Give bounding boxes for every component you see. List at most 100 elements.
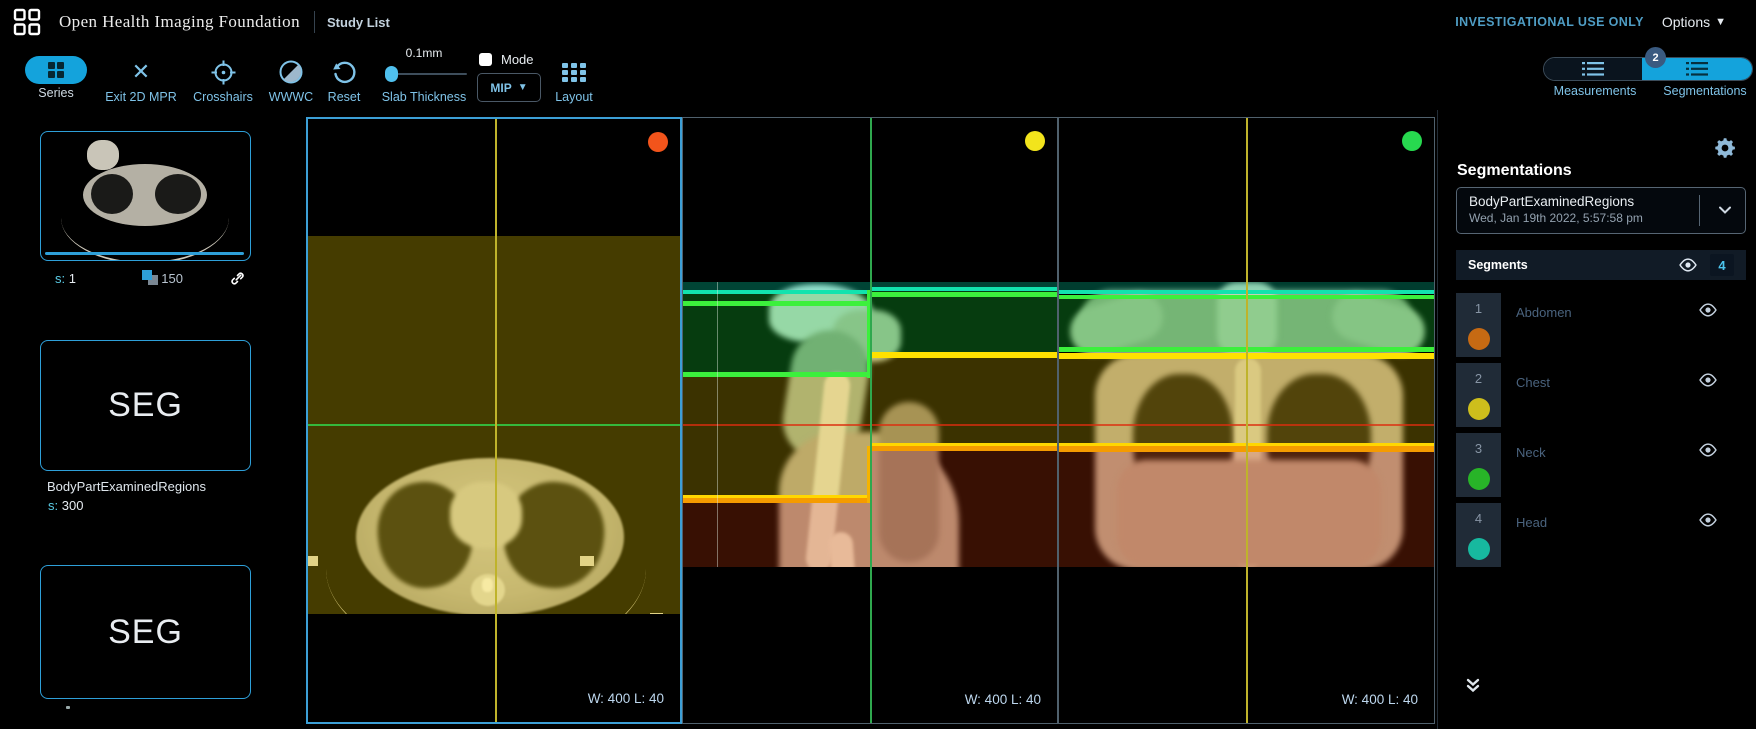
segmentations-label: Segmentations [1663, 84, 1747, 98]
thumbnail-seg-1[interactable]: SEG [40, 340, 251, 471]
segmentation-date: Wed, Jan 19th 2022, 5:57:58 pm [1469, 211, 1643, 225]
reset-button[interactable]: Reset [320, 56, 368, 104]
crosshairs-label: Crosshairs [193, 90, 253, 104]
segment-count: 4 [1710, 254, 1734, 276]
slab-thickness-slider[interactable]: 0.1mm Slab Thickness [382, 46, 467, 104]
thumbnail-seg-2[interactable]: SEG [40, 565, 251, 699]
segment-visibility-eye-icon[interactable] [1698, 373, 1718, 387]
series-button[interactable]: Series [25, 56, 87, 100]
mode-control: Mode MIP ▼ [477, 44, 541, 104]
thumbnail-ct-series[interactable] [40, 131, 251, 261]
segment-color-swatch[interactable] [1467, 328, 1490, 350]
slab-thickness-label: Slab Thickness [381, 90, 467, 104]
app-title: Open Health Imaging Foundation [59, 12, 300, 31]
crosshair-coronal-line[interactable] [870, 118, 872, 723]
segment-color-swatch[interactable] [1467, 398, 1490, 420]
segment-row-abdomen[interactable]: 1 Abdomen [1456, 293, 1746, 357]
segment-visibility-eye-icon[interactable] [1698, 513, 1718, 527]
nav-study-list[interactable]: Study List [327, 15, 390, 30]
segment-row-neck[interactable]: 3 Neck [1456, 433, 1746, 497]
toolbar: Series ✕ Exit 2D MPR Crosshairs WWWC Res… [0, 44, 1756, 110]
mip-dropdown-value: MIP [490, 80, 512, 95]
toggle-all-visibility-eye-icon[interactable] [1678, 258, 1698, 272]
segment-index-cell[interactable]: 2 [1456, 363, 1501, 427]
segment-label: Head [1516, 515, 1548, 530]
mode-checkbox[interactable] [479, 53, 492, 66]
window-level-text: W: 400 L: 40 [587, 691, 664, 706]
series-grid-icon [48, 62, 64, 78]
thumbnail-progress-bar [45, 252, 244, 255]
series-label: Series [38, 86, 74, 100]
seg-series-info: s: 300 [48, 498, 84, 513]
segment-index-cell[interactable]: 3 [1456, 433, 1501, 497]
mip-caret-icon: ▼ [517, 82, 528, 93]
options-menu[interactable]: Options [1662, 14, 1710, 30]
segments-header: Segments 4 [1456, 250, 1746, 280]
mip-dropdown[interactable]: MIP ▼ [477, 73, 541, 102]
segment-visibility-eye-icon[interactable] [1698, 303, 1718, 317]
exit-2d-mpr-button[interactable]: ✕ Exit 2D MPR [101, 56, 181, 105]
viewport-color-dot [1402, 131, 1422, 151]
segment-row-chest[interactable]: 2 Chest [1456, 363, 1746, 427]
seg-modality-text: SEG [108, 612, 183, 651]
head-boundary-line [683, 290, 870, 294]
segment-color-swatch[interactable] [1467, 538, 1490, 560]
thumbnail-ct-image [41, 132, 250, 260]
truncated-text-mark [66, 706, 70, 709]
segmentation-select[interactable]: BodyPartExaminedRegions Wed, Jan 19th 20… [1456, 187, 1746, 234]
panel-count-badge: 2 [1645, 47, 1666, 68]
ohif-logo-icon [13, 8, 41, 36]
slab-thickness-value: 0.1mm [405, 46, 443, 60]
close-x-icon: ✕ [131, 59, 151, 84]
layout-label: Layout [555, 90, 593, 104]
slab-slider-thumb[interactable] [385, 66, 398, 82]
crosshair-sagittal-line[interactable] [1246, 118, 1248, 723]
segments-header-label: Segments [1468, 258, 1528, 272]
crosshairs-button[interactable]: Crosshairs [188, 56, 258, 104]
layout-button[interactable]: Layout [548, 56, 600, 104]
segment-index-cell[interactable]: 1 [1456, 293, 1501, 357]
chest-boundary-line [870, 352, 1057, 358]
segment-visibility-eye-icon[interactable] [1698, 443, 1718, 457]
seg-description: BodyPartExaminedRegions [47, 479, 206, 494]
crosshair-sagittal-line[interactable] [495, 119, 497, 722]
crosshair-coronal-line[interactable] [308, 424, 680, 426]
instance-stack-icon [141, 270, 158, 285]
reset-rotate-icon [333, 61, 356, 84]
window-level-icon [279, 60, 303, 84]
measurements-list-icon [1582, 62, 1605, 76]
wwwc-button[interactable]: WWWC [262, 56, 320, 104]
measurements-label: Measurements [1553, 84, 1637, 98]
series-prefix: s: [55, 271, 66, 286]
series-number: 1 [68, 271, 76, 286]
viewport-coronal[interactable]: W: 400 L: 40 [1058, 117, 1435, 724]
reference-line [717, 282, 718, 567]
segment-index-cell[interactable]: 4 [1456, 503, 1501, 567]
link-icon[interactable] [230, 271, 245, 286]
instance-count: 150 [161, 271, 183, 286]
segment-row-head[interactable]: 4 Head [1456, 503, 1746, 567]
exit-2d-mpr-label: Exit 2D MPR [105, 90, 177, 104]
crosshairs-icon [211, 60, 235, 84]
seg-modality-text: SEG [108, 386, 183, 424]
segment-label: Neck [1516, 445, 1546, 460]
viewport-color-dot [648, 132, 668, 152]
segment-overlay-abdomen [683, 502, 870, 567]
investigational-use-label: INVESTIGATIONAL USE ONLY [1455, 15, 1644, 29]
thumbnail-ct-info: s: 1 150 [40, 270, 253, 290]
segmentations-list-icon [1686, 62, 1709, 76]
viewport-sagittal[interactable]: W: 400 L: 40 [682, 117, 1058, 724]
segment-color-swatch[interactable] [1467, 468, 1490, 490]
viewport-color-dot [1025, 131, 1045, 151]
segment-label: Abdomen [1516, 305, 1572, 320]
top-bar: Open Health Imaging Foundation Study Lis… [0, 0, 1756, 44]
settings-gear-icon[interactable] [1713, 136, 1737, 160]
segmentation-name: BodyPartExaminedRegions [1469, 194, 1635, 209]
measurements-panel-button[interactable] [1544, 58, 1643, 80]
collapse-double-chevron-icon[interactable] [1466, 678, 1480, 693]
options-caret-icon[interactable]: ▼ [1715, 16, 1726, 28]
window-level-text: W: 400 L: 40 [1341, 692, 1418, 707]
viewport-axial[interactable]: W: 400 L: 40 [306, 117, 682, 724]
slab-slider-track[interactable] [389, 73, 467, 75]
topbar-divider [314, 11, 315, 33]
